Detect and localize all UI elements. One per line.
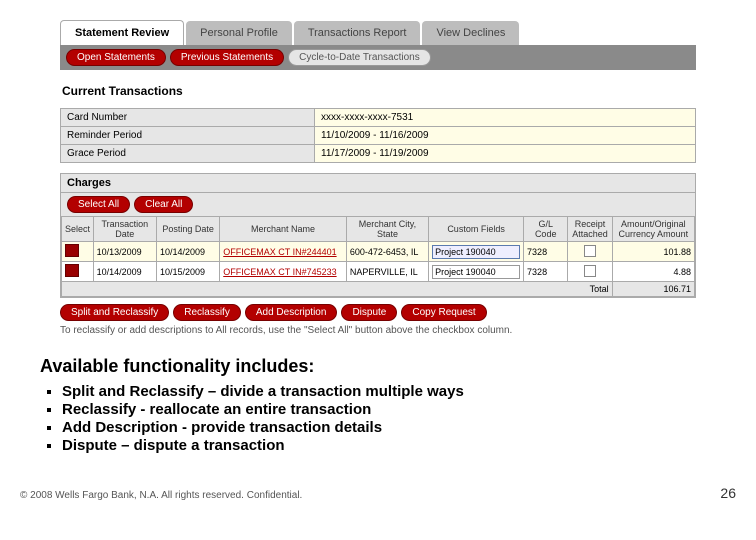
reclassify-button[interactable]: Reclassify xyxy=(173,304,241,321)
functionality-heading: Available functionality includes: xyxy=(40,356,731,377)
custom-field-input[interactable] xyxy=(432,265,520,279)
cell-city: NAPERVILLE, IL xyxy=(346,262,428,282)
col-custom: Custom Fields xyxy=(429,217,524,242)
cell-trans-date: 10/13/2009 xyxy=(93,242,156,262)
merchant-link[interactable]: OFFICEMAX CT IN#244401 xyxy=(223,247,336,257)
col-select: Select xyxy=(62,217,94,242)
subtab-previous-statements[interactable]: Previous Statements xyxy=(170,49,284,66)
charges-grid: Select Transaction Date Posting Date Mer… xyxy=(61,216,695,297)
main-tabs: Statement Review Personal Profile Transa… xyxy=(60,20,696,45)
cell-amount: 101.88 xyxy=(612,242,694,262)
split-reclassify-button[interactable]: Split and Reclassify xyxy=(60,304,169,321)
col-trans-date: Transaction Date xyxy=(93,217,156,242)
tab-transactions-report[interactable]: Transactions Report xyxy=(294,21,421,45)
select-all-button[interactable]: Select All xyxy=(67,196,130,213)
merchant-link[interactable]: OFFICEMAX CT IN#745233 xyxy=(223,267,336,277)
col-post-date: Posting Date xyxy=(156,217,219,242)
functionality-section: Available functionality includes: Split … xyxy=(0,336,756,454)
total-label: Total xyxy=(62,282,613,297)
card-number-value: xxxx-xxxx-xxxx-7531 xyxy=(315,109,696,127)
total-row: Total 106.71 xyxy=(62,282,695,297)
row-checkbox[interactable] xyxy=(65,264,79,277)
cell-gl: 7328 xyxy=(524,262,568,282)
func-bullet: Dispute – dispute a transaction xyxy=(62,437,731,454)
add-description-button[interactable]: Add Description xyxy=(245,304,338,321)
row-checkbox[interactable] xyxy=(65,244,79,257)
account-info-table: Card Numberxxxx-xxxx-xxxx-7531 Reminder … xyxy=(60,108,696,163)
action-bar: Split and Reclassify Reclassify Add Desc… xyxy=(60,304,696,321)
copy-request-button[interactable]: Copy Request xyxy=(401,304,486,321)
hint-text: To reclassify or add descriptions to All… xyxy=(60,325,696,336)
reminder-period-value: 11/10/2009 - 11/16/2009 xyxy=(315,127,696,145)
custom-field-input[interactable] xyxy=(432,245,520,259)
charges-section: Charges Select All Clear All Select Tran… xyxy=(60,173,696,298)
col-receipt: Receipt Attached xyxy=(568,217,612,242)
col-city: Merchant City, State xyxy=(346,217,428,242)
tab-statement-review[interactable]: Statement Review xyxy=(60,20,184,45)
table-row: 10/13/2009 10/14/2009 OFFICEMAX CT IN#24… xyxy=(62,242,695,262)
cell-city: 600-472-6453, IL xyxy=(346,242,428,262)
table-row: 10/14/2009 10/15/2009 OFFICEMAX CT IN#74… xyxy=(62,262,695,282)
card-number-label: Card Number xyxy=(61,109,315,127)
subtab-open-statements[interactable]: Open Statements xyxy=(66,49,166,66)
charges-title: Charges xyxy=(67,177,111,189)
func-bullet: Split and Reclassify – divide a transact… xyxy=(62,383,731,400)
reminder-period-label: Reminder Period xyxy=(61,127,315,145)
func-bullet: Reclassify - reallocate an entire transa… xyxy=(62,401,731,418)
tab-view-declines[interactable]: View Declines xyxy=(422,21,519,45)
col-merchant: Merchant Name xyxy=(220,217,347,242)
subtab-cycle-to-date[interactable]: Cycle-to-Date Transactions xyxy=(288,49,431,66)
cell-amount: 4.88 xyxy=(612,262,694,282)
charges-header: Charges xyxy=(61,174,695,192)
cell-post-date: 10/15/2009 xyxy=(156,262,219,282)
sub-tabs: Open Statements Previous Statements Cycl… xyxy=(60,45,696,70)
grace-period-label: Grace Period xyxy=(61,145,315,163)
cell-trans-date: 10/14/2009 xyxy=(93,262,156,282)
col-gl: G/L Code xyxy=(524,217,568,242)
func-bullet: Add Description - provide transaction de… xyxy=(62,419,731,436)
col-amount: Amount/Original Currency Amount xyxy=(612,217,694,242)
clear-all-button[interactable]: Clear All xyxy=(134,196,193,213)
footer: © 2008 Wells Fargo Bank, N.A. All rights… xyxy=(0,455,756,509)
cell-post-date: 10/14/2009 xyxy=(156,242,219,262)
total-value: 106.71 xyxy=(612,282,694,297)
dispute-button[interactable]: Dispute xyxy=(341,304,397,321)
receipt-checkbox[interactable] xyxy=(584,245,596,257)
grace-period-value: 11/17/2009 - 11/19/2009 xyxy=(315,145,696,163)
tab-personal-profile[interactable]: Personal Profile xyxy=(186,21,292,45)
cell-gl: 7328 xyxy=(524,242,568,262)
page-number: 26 xyxy=(720,485,736,501)
page-title: Current Transactions xyxy=(62,84,696,98)
copyright-text: © 2008 Wells Fargo Bank, N.A. All rights… xyxy=(20,490,302,501)
receipt-checkbox[interactable] xyxy=(584,265,596,277)
